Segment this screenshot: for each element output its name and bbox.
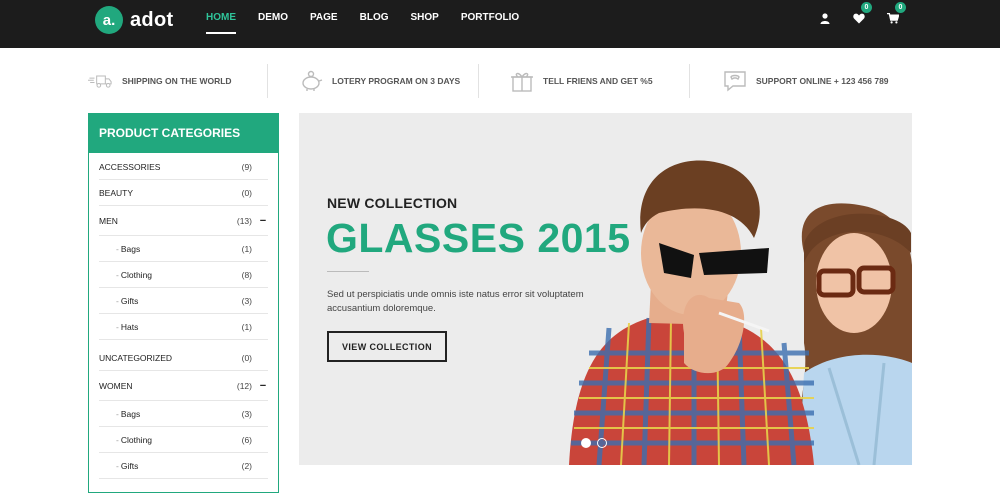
category-count: (13) xyxy=(236,215,252,226)
nav-demo[interactable]: DEMO xyxy=(258,0,288,48)
cart-icon[interactable]: 0 xyxy=(886,2,906,25)
collapse-icon[interactable]: − xyxy=(258,215,268,226)
category-count: (8) xyxy=(241,269,252,280)
category-name: ACCESSORIES xyxy=(99,161,161,172)
category-name: Bags xyxy=(120,243,141,254)
header-actions: 0 0 xyxy=(818,0,920,36)
hero-description: Sed ut perspiciatis unde omnis iste natu… xyxy=(327,289,584,314)
product-categories-sidebar: PRODUCT CATEGORIES ACCESSORIES (9) BEAUT… xyxy=(88,113,279,493)
feature-shipping-label: SHIPPING ON THE WORLD xyxy=(122,76,232,86)
category-name: Gifts xyxy=(120,460,139,471)
subcategory-men-bags[interactable]: - Bags (1) xyxy=(99,236,268,262)
subcategory-men-gifts[interactable]: - Gifts (3) xyxy=(99,288,268,314)
category-count: (3) xyxy=(241,295,252,306)
hero-title: GLASSES 2015 xyxy=(326,215,631,261)
logo-mark: a. xyxy=(95,6,123,34)
nav-portfolio[interactable]: PORTFOLIO xyxy=(461,0,519,48)
category-count: (2) xyxy=(241,460,252,471)
slider-dot-2[interactable] xyxy=(597,438,607,448)
sidebar-title: PRODUCT CATEGORIES xyxy=(88,113,279,153)
top-navigation-bar: a. adot HOME DEMO PAGE BLOG SHOP PORTFOL… xyxy=(0,0,1000,48)
category-beauty[interactable]: BEAUTY (0) xyxy=(99,180,268,206)
truck-icon xyxy=(88,69,114,93)
category-name: Clothing xyxy=(120,269,153,280)
category-name: MEN xyxy=(99,215,118,226)
category-name: Clothing xyxy=(120,434,153,445)
category-women[interactable]: WOMEN (12) − xyxy=(99,371,268,401)
category-uncategorized[interactable]: UNCATEGORIZED (0) xyxy=(99,345,268,371)
feature-strip: SHIPPING ON THE WORLD LOTERY PROGRAM ON … xyxy=(88,64,912,98)
logo-text: adot xyxy=(130,8,174,31)
feature-referral-label: TELL FRIENS AND GET %5 xyxy=(543,76,653,86)
logo[interactable]: a. adot xyxy=(95,6,173,34)
category-count: (3) xyxy=(241,408,252,419)
nav-page[interactable]: PAGE xyxy=(310,0,338,48)
category-count: (0) xyxy=(241,352,252,363)
hero-slider: NEW COLLECTION GLASSES 2015 Sed ut persp… xyxy=(299,113,912,465)
slider-dot-1[interactable] xyxy=(581,438,591,448)
nav-home[interactable]: HOME xyxy=(206,0,236,48)
nav-shop[interactable]: SHOP xyxy=(411,0,439,48)
feature-shipping: SHIPPING ON THE WORLD xyxy=(88,64,268,98)
wishlist-heart-icon[interactable]: 0 xyxy=(852,2,872,25)
feature-referral: TELL FRIENS AND GET %5 xyxy=(479,64,690,98)
category-name: BEAUTY xyxy=(99,187,134,198)
category-name: Bags xyxy=(120,408,141,419)
category-count: (0) xyxy=(241,187,252,198)
cart-count-badge: 0 xyxy=(895,2,906,13)
slider-pagination xyxy=(581,438,613,448)
collapse-icon[interactable]: − xyxy=(258,380,268,391)
hero-divider xyxy=(327,271,369,272)
category-name: Hats xyxy=(120,321,139,332)
subcategory-men-hats[interactable]: - Hats (1) xyxy=(99,314,268,340)
subcategory-women-clothing[interactable]: - Clothing (6) xyxy=(99,427,268,453)
feature-lottery: LOTERY PROGRAM ON 3 DAYS xyxy=(268,64,479,98)
wishlist-count-badge: 0 xyxy=(861,2,872,13)
category-count: (6) xyxy=(241,434,252,445)
subcategory-women-gifts[interactable]: - Gifts (2) xyxy=(99,453,268,479)
nav-blog[interactable]: BLOG xyxy=(360,0,389,48)
view-collection-button[interactable]: VIEW COLLECTION xyxy=(327,331,447,362)
category-count: (1) xyxy=(241,243,252,254)
feature-support-label: SUPPORT ONLINE + 123 456 789 xyxy=(756,76,889,86)
category-count: (9) xyxy=(241,161,252,172)
user-icon[interactable] xyxy=(818,11,832,25)
category-accessories[interactable]: ACCESSORIES (9) xyxy=(99,154,268,180)
feature-support: SUPPORT ONLINE + 123 456 789 xyxy=(690,64,912,98)
category-count: (12) xyxy=(236,380,252,391)
category-men[interactable]: MEN (13) − xyxy=(99,206,268,236)
subcategory-men-clothing[interactable]: - Clothing (8) xyxy=(99,262,268,288)
subcategory-women-bags[interactable]: - Bags (3) xyxy=(99,401,268,427)
category-name: Gifts xyxy=(120,295,139,306)
feature-lottery-label: LOTERY PROGRAM ON 3 DAYS xyxy=(332,76,461,86)
category-name: UNCATEGORIZED xyxy=(99,352,173,363)
main-menu: HOME DEMO PAGE BLOG SHOP PORTFOLIO xyxy=(206,0,541,48)
hero-kicker: NEW COLLECTION xyxy=(327,195,458,211)
gift-icon xyxy=(509,69,535,93)
piggy-bank-icon xyxy=(298,69,324,93)
category-count: (1) xyxy=(241,321,252,332)
chat-phone-icon xyxy=(722,69,748,93)
category-name: WOMEN xyxy=(99,380,133,391)
